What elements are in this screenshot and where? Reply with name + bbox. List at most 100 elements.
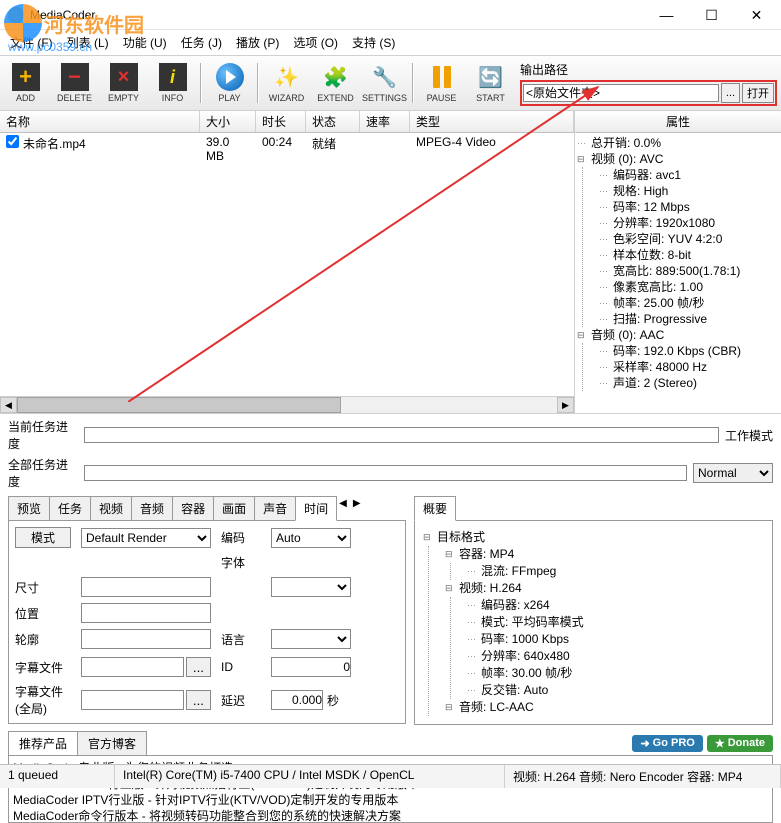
toolbar-separator (257, 63, 259, 103)
promo-line[interactable]: MediaCoder命令行版本 - 将视频转码功能整合到您的系统的快速解决方案 (13, 808, 768, 823)
file-list-body[interactable]: 未命名.mp4 39.0 MB 00:24 就绪 MPEG-4 Video (0, 133, 574, 396)
lang-select[interactable] (271, 629, 351, 649)
font-select[interactable] (271, 577, 351, 597)
close-button[interactable]: ✕ (734, 1, 779, 29)
menu-support[interactable]: 支持 (S) (352, 34, 395, 51)
current-progress-label: 当前任务进度 (8, 418, 78, 452)
subglobal-browse-button[interactable]: ... (186, 690, 211, 710)
menu-options[interactable]: 选项 (O) (293, 34, 338, 51)
output-open-button[interactable]: 打开 (742, 83, 774, 103)
tab-summary[interactable]: 概要 (414, 496, 456, 521)
info-button[interactable]: INFO (149, 59, 196, 107)
wrench-icon (371, 63, 399, 91)
col-status[interactable]: 状态 (306, 111, 360, 132)
properties-panel: 属性 总开销: 0.0% 视频 (0): AVC 编码器: avc1 规格: H… (574, 111, 781, 413)
tab-audio[interactable]: 音频 (131, 496, 173, 520)
scroll-left-icon[interactable]: ◀ (0, 397, 17, 413)
row-checkbox[interactable] (6, 135, 19, 148)
empty-button[interactable]: EMPTY (100, 59, 147, 107)
col-duration[interactable]: 时长 (256, 111, 306, 132)
output-path-panel: 输出路径 ... 打开 (516, 56, 781, 110)
encode-select[interactable]: Auto (271, 528, 351, 548)
tab-time[interactable]: 时间 (295, 496, 337, 521)
col-rate[interactable]: 速率 (360, 111, 410, 132)
status-queued: 1 queued (0, 765, 115, 788)
tab-video[interactable]: 视频 (90, 496, 132, 520)
start-button[interactable]: START (467, 59, 514, 107)
subglobal-input[interactable] (81, 690, 184, 710)
info-icon (159, 63, 187, 91)
left-tabstrip: 预览 任务 视频 音频 容器 画面 声音 时间 ◀ ▶ (8, 496, 406, 521)
tab-job[interactable]: 任务 (49, 496, 91, 520)
start-icon (477, 63, 505, 91)
col-name[interactable]: 名称 (0, 111, 200, 132)
tab-nav-right-icon[interactable]: ▶ (350, 496, 364, 520)
delay-unit: 秒 (327, 692, 339, 709)
tab-container[interactable]: 容器 (172, 496, 214, 520)
tab-nav-left-icon[interactable]: ◀ (336, 496, 350, 520)
status-cpu: Intel(R) Core(TM) i5-7400 CPU / Intel MS… (115, 765, 505, 788)
prop-audio-node[interactable]: 音频 (0): AAC (577, 327, 779, 343)
minimize-button[interactable]: — (644, 1, 689, 29)
promo-tab-blog[interactable]: 官方博客 (77, 731, 147, 755)
maximize-button[interactable]: ☐ (689, 1, 734, 29)
output-browse-button[interactable]: ... (721, 83, 740, 103)
size-input[interactable] (81, 577, 211, 597)
tab-picture[interactable]: 画面 (213, 496, 255, 520)
horizontal-scrollbar[interactable]: ◀ ▶ (0, 396, 574, 413)
menu-job[interactable]: 任务 (J) (181, 34, 222, 51)
col-type[interactable]: 类型 (410, 111, 574, 132)
promo-tab-products[interactable]: 推荐产品 (8, 731, 78, 755)
menu-file[interactable]: 文件 (F) (10, 34, 53, 51)
statusbar: 1 queued Intel(R) Core(TM) i5-7400 CPU /… (0, 764, 781, 788)
col-size[interactable]: 大小 (200, 111, 256, 132)
prop-v-encoder: 编码器: avc1 (599, 167, 779, 183)
add-button[interactable]: ADD (2, 59, 49, 107)
sum-audio[interactable]: 音频: LC-AAC (445, 699, 764, 716)
subfile-browse-button[interactable]: ... (186, 657, 211, 677)
row-status: 就绪 (306, 134, 360, 164)
mode-select[interactable]: Default Render (81, 528, 211, 548)
subfile-input[interactable] (81, 657, 184, 677)
menu-function[interactable]: 功能 (U) (123, 34, 167, 51)
wizard-button[interactable]: WIZARD (263, 59, 310, 107)
size-label: 尺寸 (15, 579, 71, 596)
donate-button[interactable]: ★Donate (707, 735, 773, 752)
go-pro-button[interactable]: ➜Go PRO (632, 735, 702, 752)
table-row[interactable]: 未命名.mp4 39.0 MB 00:24 就绪 MPEG-4 Video (0, 133, 574, 165)
sum-target[interactable]: 目标格式 (423, 529, 764, 546)
sum-v-enc: 编码器: x264 (467, 597, 764, 614)
scrollbar-thumb[interactable] (17, 397, 341, 413)
workmode-select[interactable]: Normal (693, 463, 773, 483)
menu-list[interactable]: 列表 (L) (67, 34, 109, 51)
mode-button[interactable]: 模式 (15, 527, 71, 548)
delay-input[interactable] (271, 690, 323, 710)
sum-v-fps: 帧率: 30.00 帧/秒 (467, 665, 764, 682)
settings-button[interactable]: SETTINGS (361, 59, 408, 107)
sum-v-deint: 反交错: Auto (467, 682, 764, 699)
arrow-right-icon: ➜ (640, 737, 649, 750)
outline-label: 轮廓 (15, 631, 71, 648)
extend-button[interactable]: EXTEND (312, 59, 359, 107)
output-path-label: 输出路径 (520, 63, 568, 77)
output-path-input[interactable] (523, 84, 719, 102)
pause-button[interactable]: PAUSE (418, 59, 465, 107)
sum-container[interactable]: 容器: MP4 (445, 546, 764, 563)
scroll-right-icon[interactable]: ▶ (557, 397, 574, 413)
id-input[interactable] (271, 657, 351, 677)
prop-video-node[interactable]: 视频 (0): AVC (577, 151, 779, 167)
left-tabset: 预览 任务 视频 音频 容器 画面 声音 时间 ◀ ▶ 模式 Default R… (8, 496, 406, 725)
outline-input[interactable] (81, 629, 211, 649)
prop-a-ch: 声道: 2 (Stereo) (599, 375, 779, 391)
tab-preview[interactable]: 预览 (8, 496, 50, 520)
menu-play[interactable]: 播放 (P) (236, 34, 279, 51)
play-button[interactable]: PLAY (206, 59, 253, 107)
id-label: ID (221, 660, 261, 674)
position-input[interactable] (81, 603, 211, 623)
tab-sound[interactable]: 声音 (254, 496, 296, 520)
properties-tree[interactable]: 总开销: 0.0% 视频 (0): AVC 编码器: avc1 规格: High… (575, 133, 781, 413)
delete-button[interactable]: DELETE (51, 59, 98, 107)
sum-v-mode: 模式: 平均码率模式 (467, 614, 764, 631)
promo-line[interactable]: MediaCoder IPTV行业版 - 针对IPTV行业(KTV/VOD)定制… (13, 792, 768, 808)
sum-video[interactable]: 视频: H.264 (445, 580, 764, 597)
